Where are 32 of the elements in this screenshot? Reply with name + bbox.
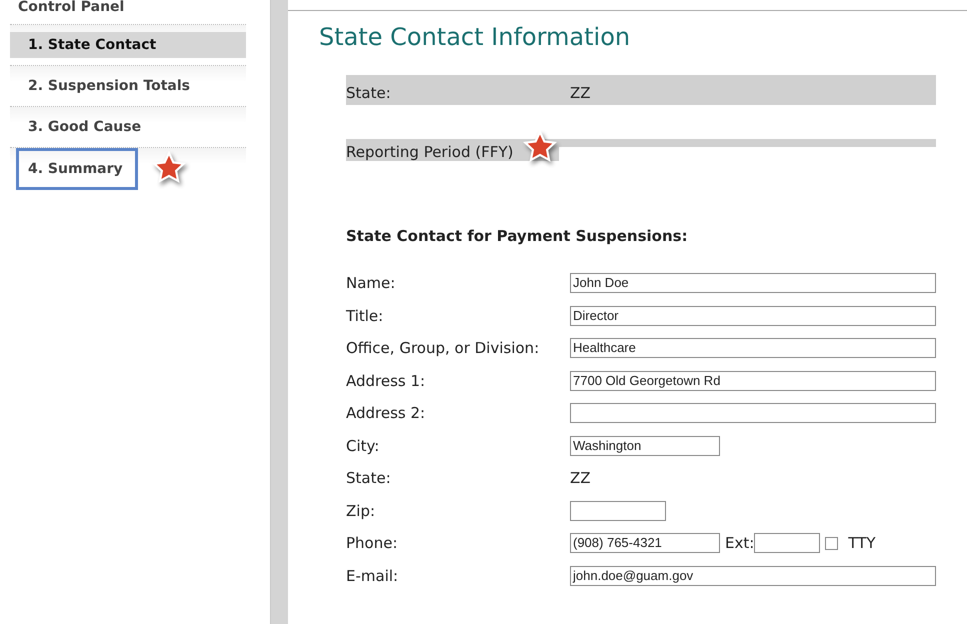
sidebar-item[interactable]: 4. Summary <box>16 148 138 190</box>
field-label: Zip: <box>346 502 376 520</box>
field-label: Phone: <box>346 534 399 552</box>
field-label: Address 1: <box>346 372 426 390</box>
input-field[interactable]: Healthcare <box>570 338 936 358</box>
input-field[interactable] <box>570 403 936 424</box>
section-heading: State Contact for Payment Suspensions: <box>346 227 689 245</box>
field-value: ZZ <box>570 469 591 488</box>
page-title: State Contact Information <box>319 23 632 51</box>
summary-value: ZZ <box>570 84 591 104</box>
tty-label: TTY <box>848 534 876 552</box>
field-label: State: <box>346 469 392 488</box>
field-label: Address 2: <box>346 404 426 422</box>
input-field[interactable]: John Doe <box>570 273 936 294</box>
field-label: Title: <box>346 306 384 325</box>
field-label: Office, Group, or Division: <box>346 339 540 358</box>
input-field[interactable]: Washington <box>570 436 720 456</box>
input-field[interactable]: Director <box>570 306 936 326</box>
input-field[interactable]: (908) 765-4321 <box>570 533 720 554</box>
ext-field[interactable] <box>754 533 820 554</box>
input-field[interactable]: 7700 Old Georgetown Rd <box>570 370 936 391</box>
input-field[interactable]: john.doe@guam.gov <box>570 566 936 586</box>
ext-label: Ext: <box>725 534 754 552</box>
summary-label: State: <box>346 84 392 104</box>
sidebar-item[interactable]: 1. State Contact <box>10 32 246 58</box>
summary-label: Reporting Period (FFY) <box>346 142 514 161</box>
tty-checkbox[interactable] <box>825 536 838 550</box>
input-field[interactable] <box>570 500 666 521</box>
field-label: E-mail: <box>346 566 400 585</box>
control-panel-heading: Control Panel <box>17 0 126 17</box>
field-label: City: <box>346 436 380 455</box>
field-label: Name: <box>346 274 396 292</box>
